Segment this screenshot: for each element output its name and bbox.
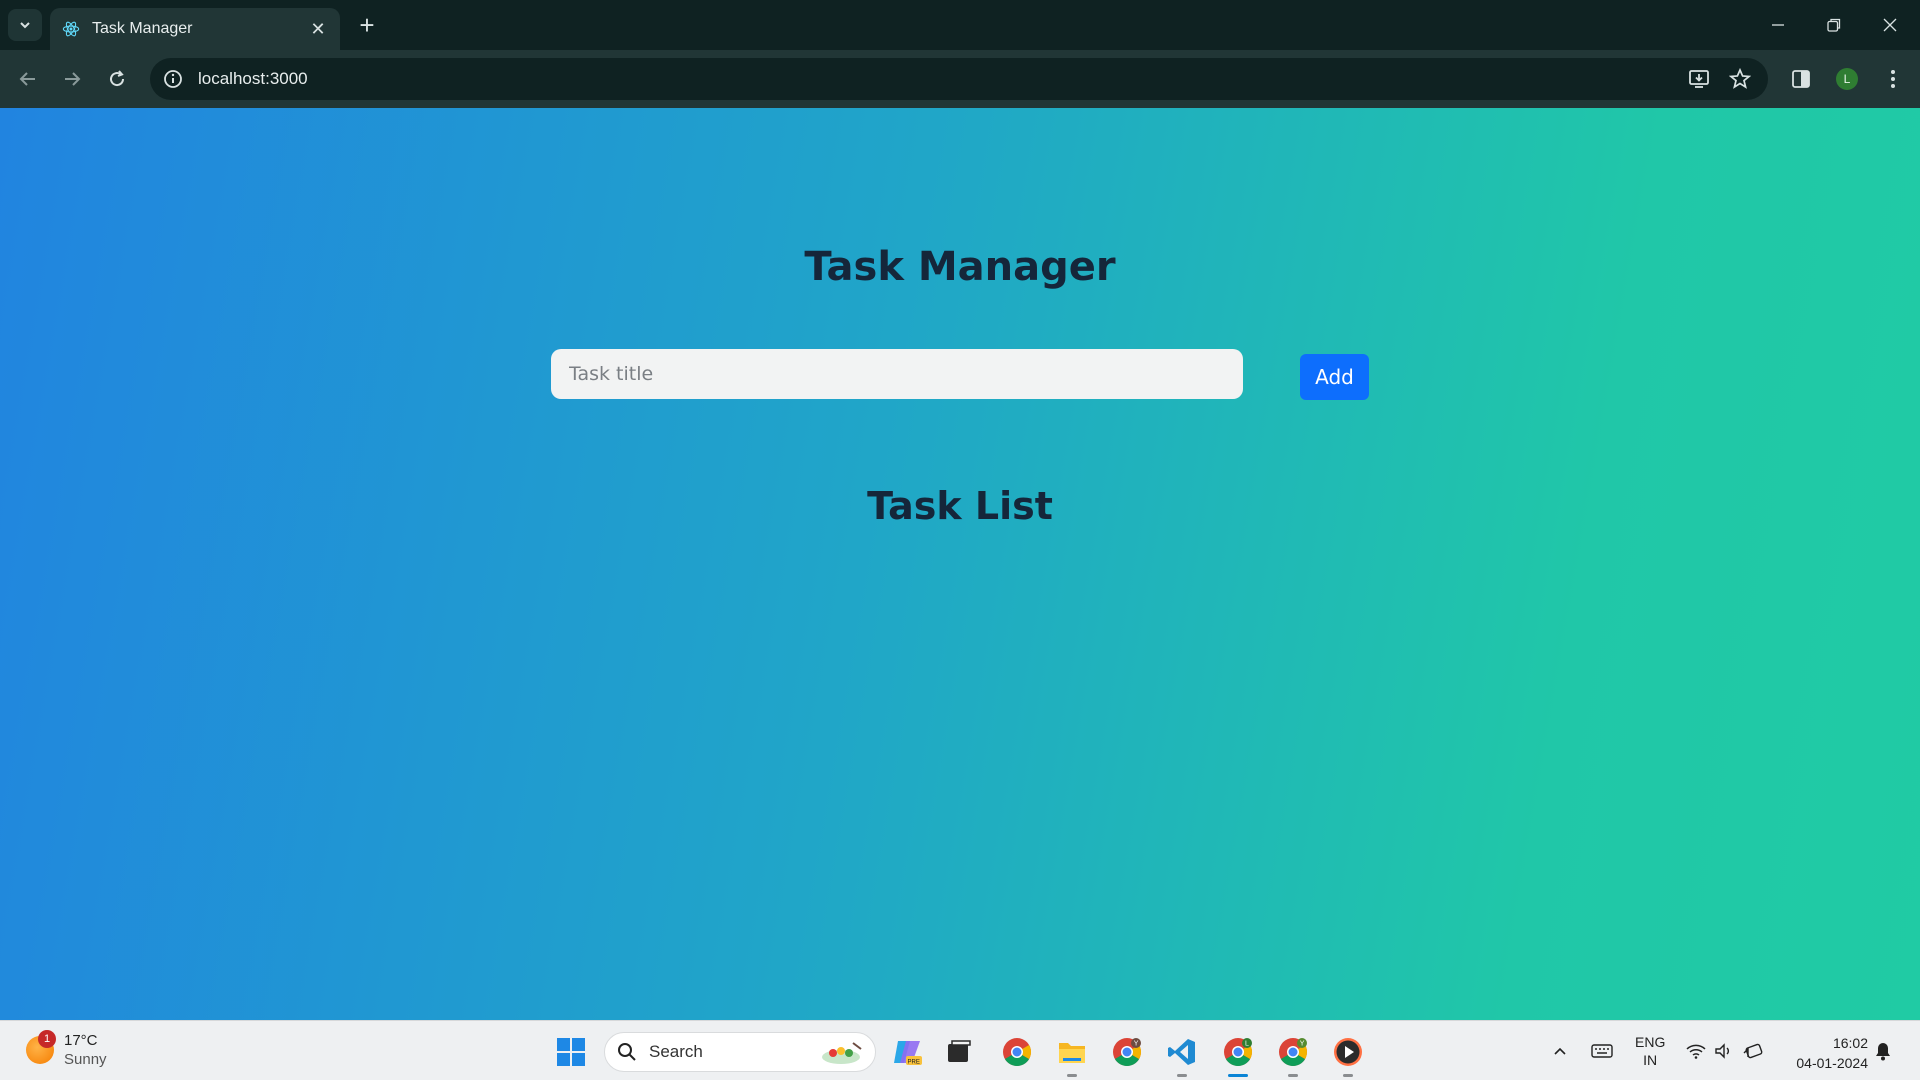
weather-condition: Sunny	[64, 1051, 107, 1068]
weather-temperature: 17°C	[64, 1032, 98, 1049]
notifications-button[interactable]	[1874, 1021, 1892, 1080]
minimize-button[interactable]	[1750, 0, 1806, 50]
clock-time: 16:02	[1832, 1035, 1868, 1051]
restore-icon	[1827, 18, 1841, 32]
show-hidden-icons[interactable]	[1552, 1021, 1568, 1080]
chrome-icon: Y	[1279, 1038, 1307, 1066]
file-explorer-taskbar-app[interactable]	[1055, 1035, 1089, 1077]
address-bar[interactable]: localhost:3000	[150, 58, 1768, 100]
arrow-right-icon	[65, 72, 81, 86]
chevron-up-icon	[1554, 1047, 1566, 1055]
site-info-icon[interactable]	[162, 68, 184, 90]
add-task-button[interactable]: Add	[1300, 354, 1369, 400]
browser-toolbar: localhost:3000 L	[0, 50, 1920, 108]
running-indicator	[1177, 1074, 1187, 1077]
back-button[interactable]	[10, 61, 46, 97]
forward-button[interactable]	[54, 61, 90, 97]
search-icon	[618, 1043, 636, 1061]
battery-icon	[1743, 1043, 1763, 1059]
profile-button[interactable]: L	[1829, 61, 1865, 97]
page-title: Task Manager	[804, 244, 1116, 290]
chrome-icon: Y	[1113, 1038, 1141, 1066]
copilot-icon: PRE	[894, 1041, 922, 1066]
chrome-profile-taskbar-app[interactable]: Y	[1110, 1035, 1144, 1069]
reload-button[interactable]	[99, 61, 135, 97]
chrome-active-taskbar-app[interactable]: L	[1221, 1035, 1255, 1077]
close-icon	[1883, 18, 1897, 32]
tab-search-button[interactable]	[8, 9, 42, 41]
chevron-down-icon	[20, 22, 30, 29]
bell-icon	[1876, 1043, 1890, 1061]
windows-start-icon	[557, 1038, 585, 1066]
play-icon	[1334, 1038, 1362, 1066]
region-code: IN	[1643, 1052, 1658, 1068]
running-indicator	[1288, 1074, 1298, 1077]
start-button[interactable]	[554, 1035, 588, 1069]
tab-title: Task Manager	[92, 20, 193, 37]
install-icon	[1689, 70, 1709, 88]
folder-icon	[1059, 1043, 1085, 1063]
close-tab-icon[interactable]: ✕	[308, 19, 328, 39]
chrome-icon: L	[1224, 1038, 1252, 1066]
task-list-heading: Task List	[867, 484, 1053, 528]
media-player-taskbar-app[interactable]	[1331, 1035, 1365, 1077]
chrome-profile-letter: Y	[1300, 1040, 1305, 1047]
wifi-icon	[1686, 1044, 1706, 1059]
minimize-icon	[1772, 24, 1784, 26]
system-clock[interactable]: 16:02 04-01-2024	[1796, 1033, 1868, 1073]
sun-icon: 1	[26, 1030, 56, 1064]
app-page: Task Manager Add Task List	[0, 108, 1920, 1020]
task-title-input[interactable]	[551, 349, 1243, 399]
search-highlight-icon	[822, 1042, 862, 1064]
restore-button[interactable]	[1806, 0, 1862, 50]
chrome-profile-letter: Y	[1134, 1040, 1139, 1047]
task-view-icon	[948, 1040, 971, 1062]
running-indicator	[1343, 1074, 1353, 1077]
new-tab-button[interactable]: +	[352, 10, 382, 40]
chrome-taskbar-app[interactable]	[1000, 1035, 1034, 1069]
chrome-icon	[1003, 1038, 1031, 1066]
weather-widget[interactable]: 1 17°C Sunny	[26, 1030, 107, 1069]
chrome-menu-button[interactable]	[1875, 61, 1911, 97]
reload-icon	[110, 70, 125, 87]
react-icon	[62, 21, 80, 37]
quick-settings[interactable]	[1686, 1021, 1764, 1080]
install-app-button[interactable]	[1681, 61, 1717, 97]
bookmark-button[interactable]	[1722, 61, 1758, 97]
running-indicator	[1067, 1074, 1077, 1077]
browser-tab-bar: Task Manager ✕ +	[0, 0, 1920, 50]
taskbar-search[interactable]: Search	[604, 1032, 876, 1072]
volume-icon	[1715, 1043, 1729, 1059]
browser-tab[interactable]: Task Manager ✕	[50, 8, 340, 50]
notification-badge: 1	[38, 1030, 56, 1048]
copilot-taskbar-app[interactable]: PRE	[890, 1035, 924, 1069]
language-code: ENG	[1635, 1034, 1666, 1050]
chrome-second-profile-taskbar-app[interactable]: Y	[1276, 1035, 1310, 1077]
side-panel-icon	[1792, 70, 1810, 88]
task-view-taskbar-app[interactable]	[942, 1035, 976, 1069]
search-label: Search	[649, 1042, 703, 1061]
clock-date: 04-01-2024	[1796, 1055, 1868, 1071]
windows-taskbar: 1 17°C Sunny Search PRE Y L Y ENG IN 16:…	[0, 1020, 1920, 1080]
vscode-taskbar-app[interactable]	[1165, 1035, 1199, 1077]
side-panel-button[interactable]	[1783, 61, 1819, 97]
star-icon	[1729, 68, 1751, 89]
active-indicator	[1228, 1074, 1248, 1077]
svg-text:PRE: PRE	[908, 1060, 920, 1066]
chrome-profile-letter: L	[1245, 1040, 1249, 1047]
close-window-button[interactable]	[1862, 0, 1918, 50]
arrow-left-icon	[19, 72, 35, 86]
url-text: localhost:3000	[198, 69, 308, 88]
kebab-menu-icon	[1891, 70, 1895, 88]
language-indicator[interactable]: ENG IN	[1635, 1021, 1665, 1080]
vscode-icon	[1168, 1039, 1195, 1065]
keyboard-icon	[1591, 1044, 1613, 1058]
touch-keyboard-button[interactable]	[1591, 1021, 1613, 1080]
avatar: L	[1836, 68, 1858, 90]
